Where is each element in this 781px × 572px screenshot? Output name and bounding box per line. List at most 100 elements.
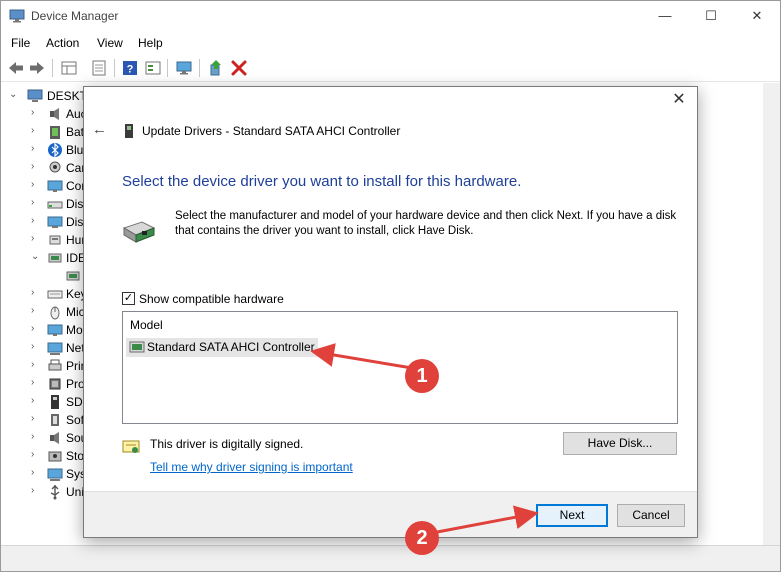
device-manager-app-icon bbox=[9, 9, 25, 23]
processor-icon bbox=[49, 378, 61, 390]
software-icon bbox=[51, 414, 59, 426]
dialog-description: Select the manufacturer and model of you… bbox=[175, 210, 677, 237]
chevron-right-icon[interactable]: › bbox=[31, 324, 41, 334]
chevron-right-icon[interactable]: › bbox=[31, 432, 41, 442]
chevron-down-icon[interactable]: ⌄ bbox=[9, 90, 19, 100]
next-button[interactable]: Next bbox=[536, 504, 608, 527]
battery-icon bbox=[50, 126, 60, 139]
chevron-right-icon[interactable]: › bbox=[31, 216, 41, 226]
tree-item-label: Mo bbox=[66, 323, 83, 337]
sound-icon bbox=[50, 432, 59, 444]
tree-item-label: Prir bbox=[66, 359, 85, 373]
chevron-right-icon[interactable]: › bbox=[31, 288, 41, 298]
annotation-badge-1: 1 bbox=[405, 359, 439, 393]
window-title: Device Manager bbox=[31, 9, 119, 23]
back-icon[interactable] bbox=[7, 59, 25, 77]
hid-icon bbox=[49, 235, 61, 245]
vertical-scrollbar[interactable] bbox=[763, 83, 780, 545]
monitor-icon[interactable] bbox=[175, 59, 193, 77]
help-icon[interactable]: ? bbox=[121, 59, 139, 77]
disk-icon bbox=[47, 201, 63, 209]
driver-signing-link[interactable]: Tell me why driver signing is important bbox=[150, 460, 353, 474]
chevron-right-icon[interactable]: › bbox=[31, 342, 41, 352]
show-compatible-label: Show compatible hardware bbox=[139, 292, 284, 306]
have-disk-button[interactable]: Have Disk... bbox=[563, 432, 677, 455]
network-icon bbox=[47, 342, 63, 355]
menu-action[interactable]: Action bbox=[46, 36, 79, 50]
tree-item-label: Bat bbox=[66, 125, 85, 139]
update-driver-icon[interactable] bbox=[207, 59, 225, 77]
maximize-button[interactable]: ☐ bbox=[688, 1, 734, 32]
chevron-right-icon[interactable]: › bbox=[31, 486, 41, 496]
keyboard-icon bbox=[47, 290, 63, 299]
chevron-right-icon[interactable]: › bbox=[31, 360, 41, 370]
chevron-right-icon[interactable]: › bbox=[31, 414, 41, 424]
controller-icon bbox=[125, 124, 133, 138]
show-compatible-checkbox-row[interactable]: ✓ Show compatible hardware bbox=[122, 290, 422, 306]
chevron-right-icon[interactable]: › bbox=[31, 180, 41, 190]
dialog-heading: Select the device driver you want to ins… bbox=[122, 173, 522, 190]
properties-grid-icon[interactable] bbox=[60, 59, 78, 77]
forward-icon[interactable] bbox=[28, 59, 46, 77]
hardware-card-icon bbox=[122, 221, 156, 243]
model-column-header: Model bbox=[130, 318, 163, 332]
model-list[interactable]: Model Standard SATA AHCI Controller bbox=[122, 311, 678, 424]
menu-bar: File Action View Help bbox=[1, 32, 780, 54]
dialog-close-button[interactable]: ✕ bbox=[671, 92, 687, 108]
tree-item-label: Sto bbox=[66, 449, 85, 463]
chevron-right-icon[interactable]: › bbox=[31, 198, 41, 208]
menu-file[interactable]: File bbox=[11, 36, 30, 50]
chevron-right-icon[interactable]: › bbox=[31, 108, 41, 118]
chevron-right-icon[interactable]: › bbox=[31, 396, 41, 406]
tree-item-label: Blu bbox=[66, 143, 84, 157]
cancel-button[interactable]: Cancel bbox=[617, 504, 685, 527]
show-compatible-checkbox[interactable]: ✓ bbox=[122, 292, 135, 305]
close-window-button[interactable]: ✕ bbox=[734, 1, 780, 32]
list-item[interactable]: Standard SATA AHCI Controller bbox=[126, 338, 318, 357]
camera-icon bbox=[49, 161, 61, 173]
annotation-badge-2: 2 bbox=[405, 521, 439, 555]
tree-item-label: Net bbox=[66, 341, 85, 355]
uninstall-icon[interactable] bbox=[230, 59, 248, 77]
controller-card-icon bbox=[129, 341, 145, 353]
storage-icon bbox=[48, 451, 62, 462]
computer-icon bbox=[27, 89, 43, 102]
signed-status-text: This driver is digitally signed. bbox=[150, 437, 304, 451]
chevron-right-icon[interactable]: › bbox=[31, 234, 41, 244]
tree-item-label: Mic bbox=[66, 305, 85, 319]
chevron-right-icon[interactable]: › bbox=[31, 306, 41, 316]
sd-icon bbox=[51, 395, 59, 409]
model-item-label: Standard SATA AHCI Controller bbox=[147, 340, 315, 354]
printer-icon bbox=[48, 359, 62, 371]
audio-icon bbox=[50, 108, 59, 120]
console-icon[interactable] bbox=[90, 59, 108, 77]
menu-view[interactable]: View bbox=[97, 36, 123, 50]
tree-item-label: SD bbox=[66, 395, 83, 409]
chevron-right-icon[interactable]: › bbox=[31, 378, 41, 388]
dialog-footer: Next Cancel bbox=[84, 491, 697, 537]
chevron-right-icon[interactable]: › bbox=[31, 126, 41, 136]
tree-item-label: Pro bbox=[66, 377, 85, 391]
chevron-right-icon[interactable]: › bbox=[31, 144, 41, 154]
toolbar-separator bbox=[167, 59, 168, 77]
toolbar-separator bbox=[199, 59, 200, 77]
chevron-right-icon[interactable]: › bbox=[31, 468, 41, 478]
chevron-down-icon[interactable]: ⌄ bbox=[31, 252, 41, 262]
computer-icon bbox=[47, 180, 63, 192]
system-icon bbox=[47, 468, 63, 481]
update-drivers-dialog: ✕ ← Update Drivers - Standard SATA AHCI … bbox=[83, 86, 698, 538]
usb-icon bbox=[50, 485, 60, 500]
mouse-icon bbox=[50, 306, 60, 320]
toolbar: ? bbox=[1, 54, 780, 82]
display-icon bbox=[47, 216, 63, 228]
dialog-header-title: Update Drivers - Standard SATA AHCI Cont… bbox=[142, 124, 401, 138]
ide-icon bbox=[48, 253, 62, 263]
chevron-right-icon[interactable]: › bbox=[31, 162, 41, 172]
svg-text:?: ? bbox=[127, 64, 134, 76]
back-arrow-icon[interactable]: ← bbox=[92, 122, 108, 138]
menu-help[interactable]: Help bbox=[138, 36, 163, 50]
minimize-button[interactable]: — bbox=[642, 1, 688, 32]
view-icon[interactable] bbox=[144, 59, 162, 77]
chevron-right-icon[interactable]: › bbox=[31, 450, 41, 460]
tree-item-label: Sof bbox=[66, 413, 85, 427]
